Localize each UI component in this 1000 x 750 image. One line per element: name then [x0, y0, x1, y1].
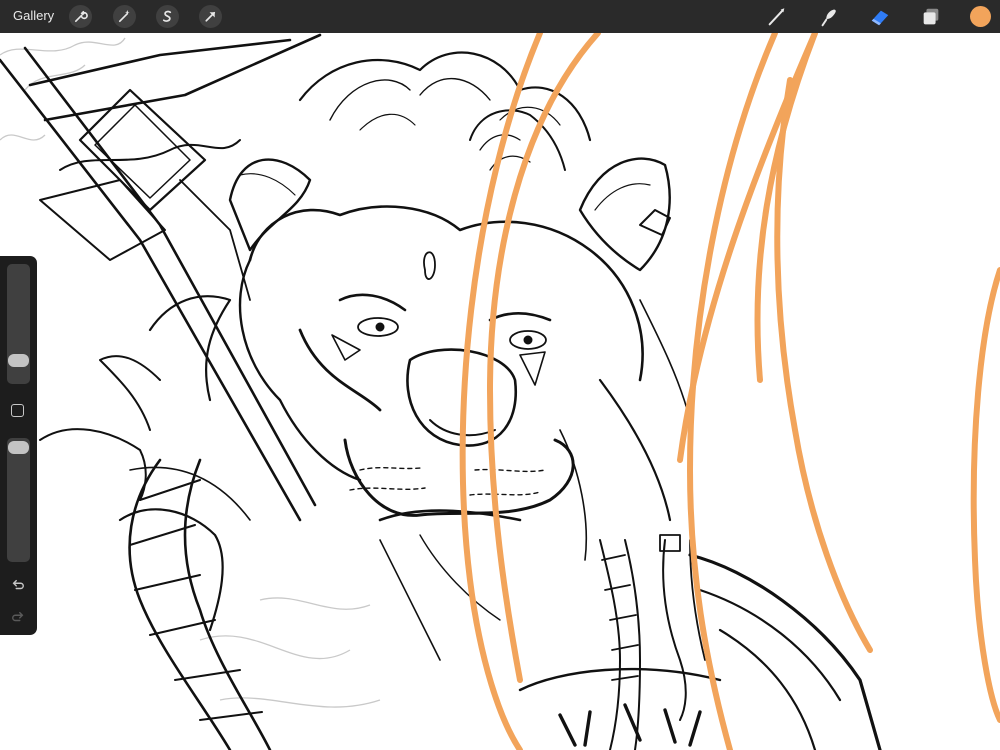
adjustments-wand-icon[interactable]	[113, 5, 136, 28]
modify-button[interactable]	[11, 404, 24, 417]
transform-arrow-icon[interactable]	[199, 5, 222, 28]
mane-line-art	[39, 295, 691, 661]
brush-icon[interactable]	[765, 5, 789, 29]
braid-line-art	[128, 458, 706, 750]
sketch-layer	[0, 37, 381, 708]
armor-line-art	[518, 553, 882, 750]
brush-size-knob[interactable]	[8, 354, 29, 367]
brush-size-slider[interactable]	[7, 264, 30, 384]
left-sidebar	[0, 256, 37, 635]
drawing-canvas[interactable]	[0, 33, 1000, 750]
gallery-button[interactable]: Gallery	[13, 8, 54, 23]
smudge-icon[interactable]	[817, 5, 841, 29]
eraser-icon[interactable]	[868, 5, 892, 29]
undo-icon[interactable]	[9, 576, 27, 594]
selection-s-icon[interactable]	[156, 5, 179, 28]
redo-icon[interactable]	[9, 608, 27, 626]
actions-wrench-icon[interactable]	[69, 5, 92, 28]
orange-guide-strokes	[459, 33, 1000, 750]
sword-line-art	[0, 33, 322, 522]
opacity-slider[interactable]	[7, 438, 30, 562]
layers-icon[interactable]	[919, 5, 943, 29]
opacity-knob[interactable]	[8, 441, 29, 454]
lion-head-line-art	[228, 51, 671, 522]
color-swatch[interactable]	[970, 6, 991, 27]
top-toolbar: Gallery	[0, 0, 1000, 33]
